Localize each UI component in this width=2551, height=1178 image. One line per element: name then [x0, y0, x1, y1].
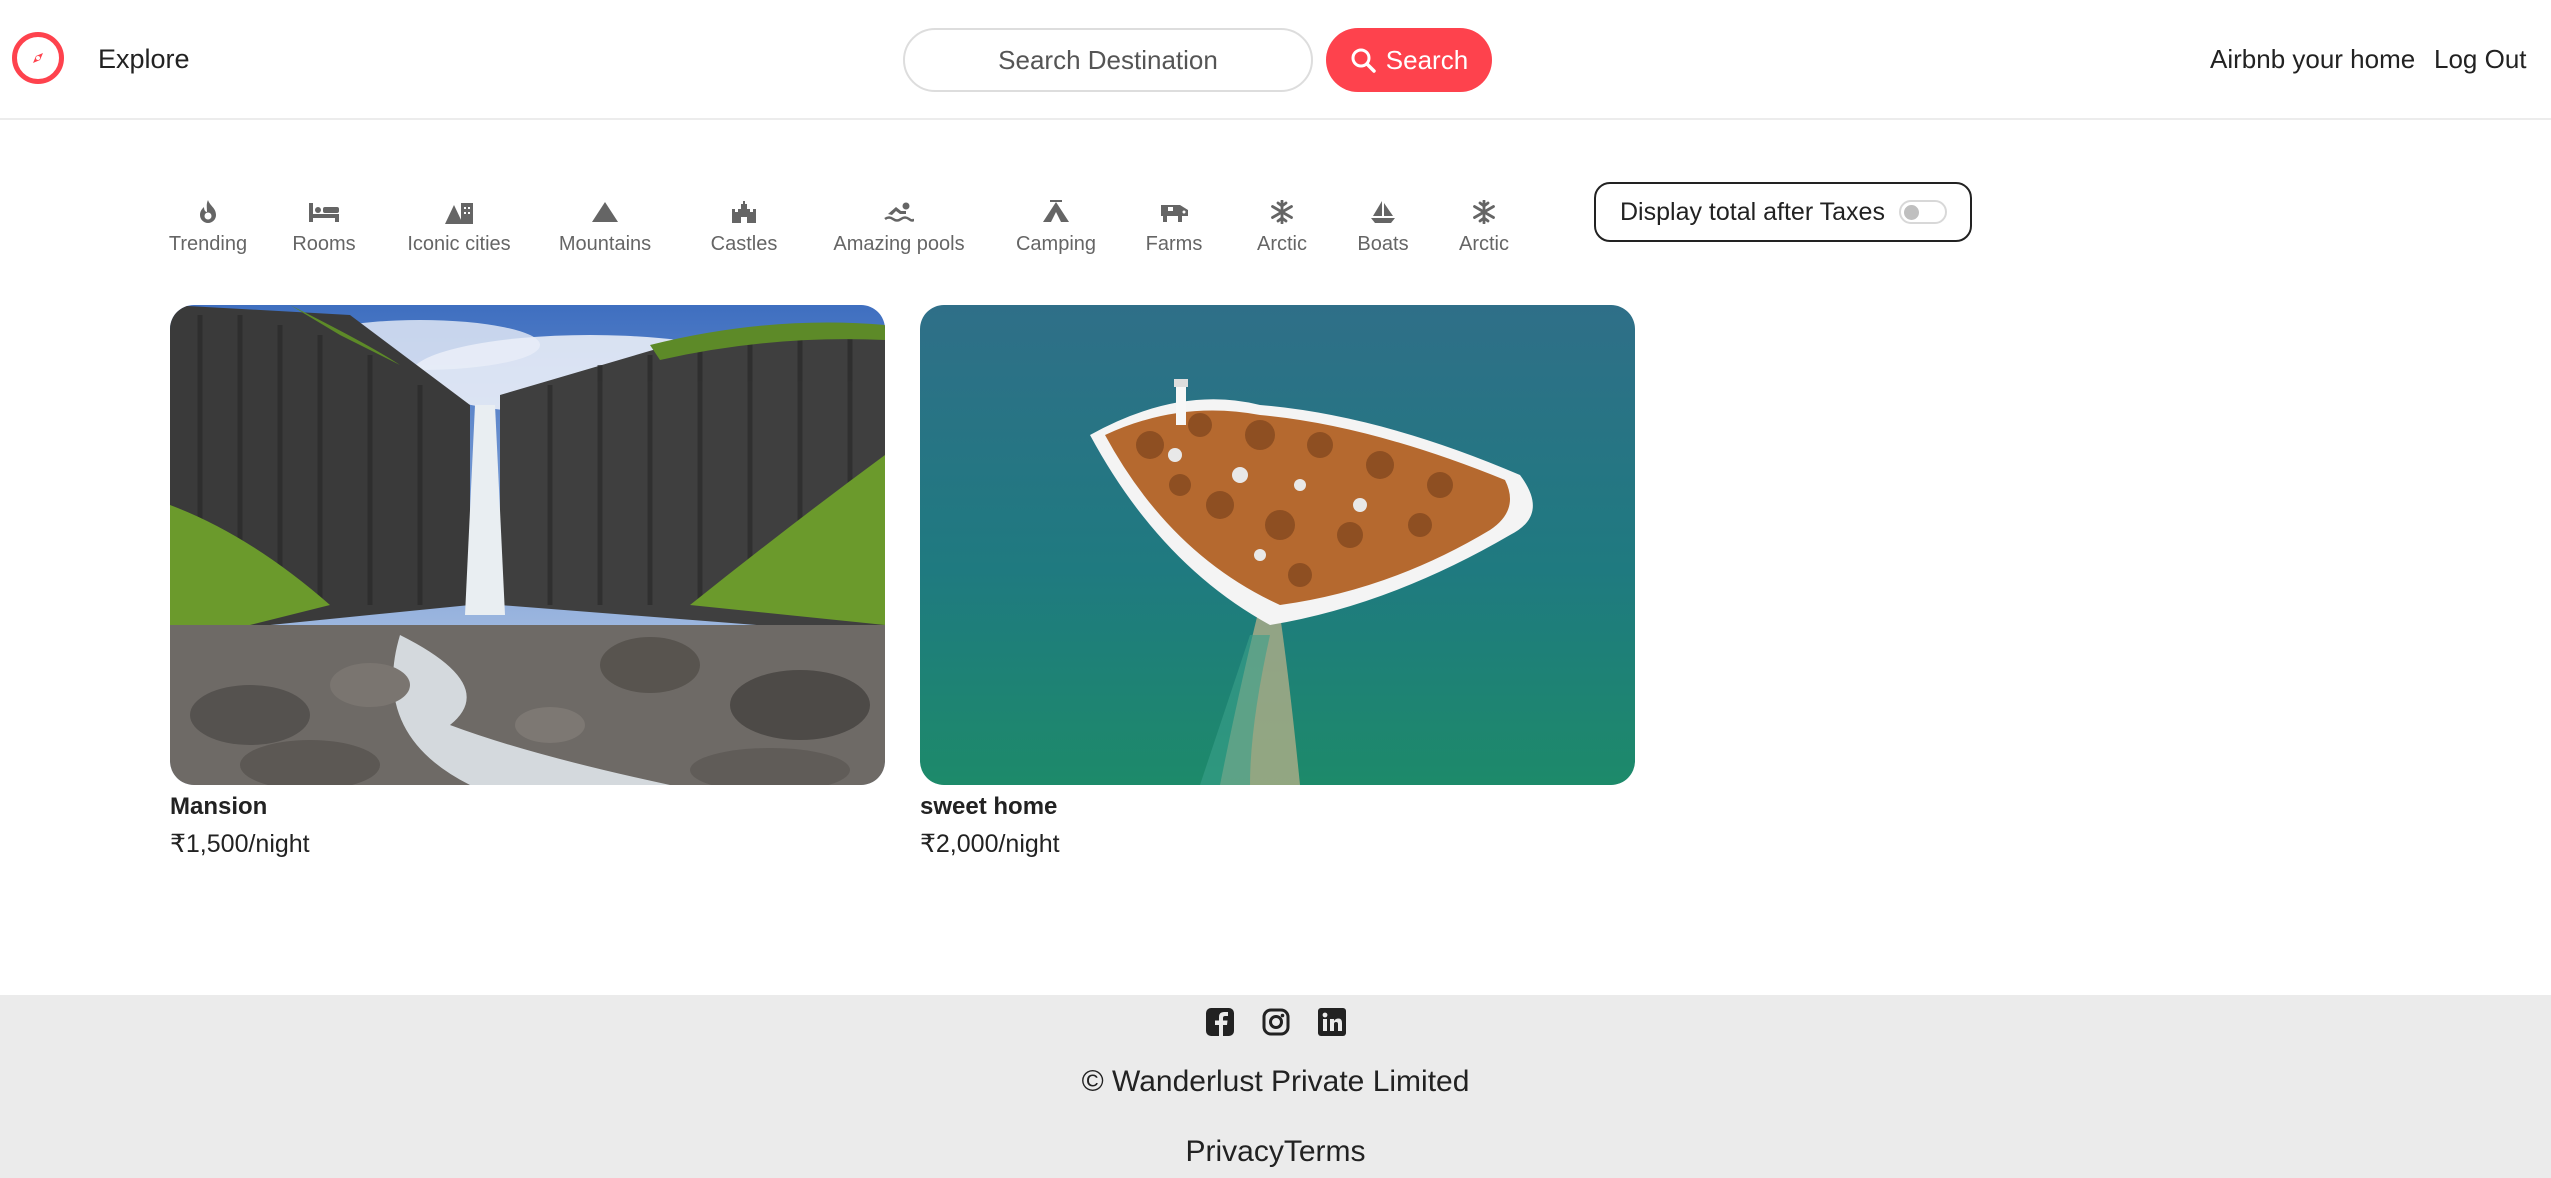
filter-label: Rooms [292, 233, 356, 255]
instagram-icon[interactable] [1261, 1007, 1291, 1037]
tax-toggle-label: Display total after Taxes [1620, 197, 1885, 226]
logout-link[interactable]: Log Out [2434, 44, 2527, 75]
filter-rooms[interactable]: Rooms [256, 195, 392, 265]
search-icon [1351, 48, 1376, 73]
filter-label: Amazing pools [833, 233, 965, 255]
filter-amazing-pools[interactable]: Amazing pools [804, 195, 994, 265]
person-swimming-icon [884, 195, 914, 229]
listing-title: sweet home [920, 793, 1058, 820]
tax-switch[interactable] [1898, 200, 1947, 224]
navbar: Explore Search Airbnb your home Log Out [0, 0, 2551, 120]
filter-label: Iconic cities [407, 233, 511, 255]
social-links [0, 1007, 2551, 1037]
linkedin-icon[interactable] [1317, 1007, 1347, 1037]
island-lighthouse-photo[interactable] [920, 305, 1635, 785]
mountain-city-icon [443, 195, 475, 229]
host-link[interactable]: Airbnb your home [2210, 44, 2415, 75]
mountain-icon [591, 195, 619, 229]
waterfall-photo[interactable] [170, 305, 885, 785]
filter-label: Arctic [1257, 233, 1307, 255]
filter-castles[interactable]: Castles [684, 195, 804, 265]
cow-icon [1158, 195, 1190, 229]
listing-price: ₹1,500/night [170, 830, 310, 858]
filter-boats[interactable]: Boats [1334, 195, 1432, 265]
filter-label: Camping [1015, 233, 1097, 255]
sailboat-icon [1370, 195, 1396, 229]
filter-arctic-2[interactable]: Arctic [1432, 195, 1536, 265]
filter-trending[interactable]: Trending [160, 195, 256, 265]
switch-knob [1903, 205, 1919, 220]
listing-card[interactable]: Mansion ₹1,500/night [170, 305, 885, 859]
filter-label: Boats [1357, 233, 1409, 255]
explore-link[interactable]: Explore [98, 44, 190, 75]
filter-label: Arctic [1459, 233, 1509, 255]
filter-camping[interactable]: Camping [994, 195, 1118, 265]
filter-mountains[interactable]: Mountains [526, 195, 684, 265]
filter-label: Castles [710, 233, 778, 255]
listing-title: Mansion [170, 793, 268, 820]
filter-iconic-cities[interactable]: Iconic cities [392, 195, 526, 265]
search-input[interactable] [903, 28, 1313, 92]
filter-arctic[interactable]: Arctic [1230, 195, 1334, 265]
castle-icon [731, 195, 757, 229]
filter-label: Trending [168, 233, 248, 255]
search-button[interactable]: Search [1326, 28, 1492, 92]
filter-label: Mountains [558, 233, 652, 255]
privacy-terms-links[interactable]: PrivacyTerms [0, 1135, 2551, 1169]
tax-toggle[interactable]: Display total after Taxes [1594, 182, 1972, 242]
filter-farms[interactable]: Farms [1118, 195, 1230, 265]
copyright-text: © Wanderlust Private Limited [1081, 1065, 1470, 1098]
category-filters: Trending Rooms Iconic cities Mountains C… [160, 195, 1536, 265]
filter-label: Farms [1145, 233, 1203, 255]
footer: © Wanderlust Private Limited PrivacyTerm… [0, 995, 2551, 1178]
bed-icon [308, 195, 340, 229]
snowflake-icon [1472, 195, 1496, 229]
snowflake-icon [1270, 195, 1294, 229]
facebook-icon[interactable] [1205, 1007, 1235, 1037]
compass-icon[interactable] [12, 32, 64, 84]
fire-icon [196, 195, 220, 229]
listing-card[interactable]: sweet home ₹2,000/night [920, 305, 1635, 859]
listing-price: ₹2,000/night [920, 830, 1060, 858]
search-button-label: Search [1385, 44, 1469, 75]
campground-icon [1041, 195, 1071, 229]
